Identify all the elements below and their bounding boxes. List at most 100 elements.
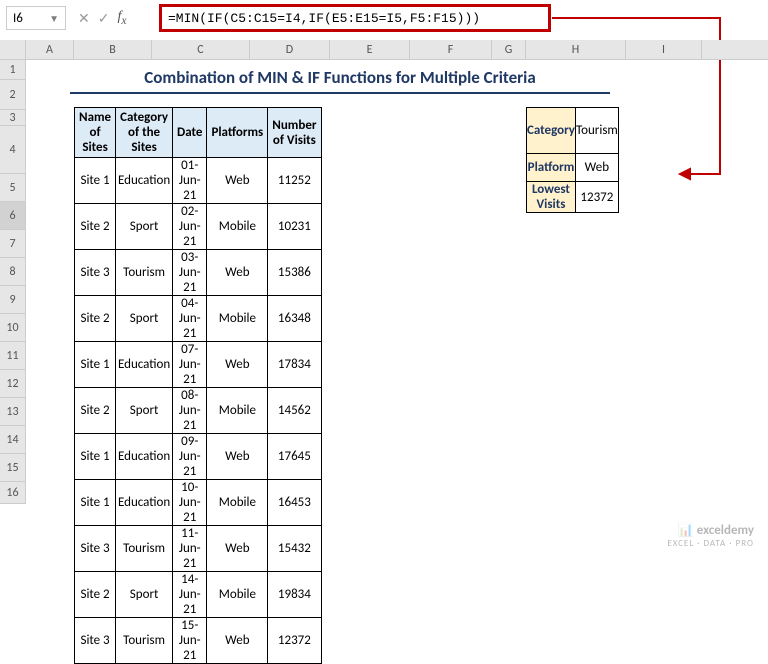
- row-7[interactable]: 7: [0, 230, 26, 258]
- cell[interactable]: 14562: [268, 388, 321, 434]
- criteria-table: Category Tourism Platform Web Lowest Vis…: [526, 107, 619, 213]
- row-8[interactable]: 8: [0, 258, 26, 286]
- row-5[interactable]: 5: [0, 174, 26, 202]
- cell[interactable]: Web: [207, 526, 268, 572]
- cell[interactable]: Site 2: [75, 388, 116, 434]
- cell[interactable]: Mobile: [207, 296, 268, 342]
- cell[interactable]: 10-Jun-21: [173, 480, 207, 526]
- row-14[interactable]: 14: [0, 426, 26, 454]
- cell[interactable]: Site 1: [75, 434, 116, 480]
- row-4[interactable]: 4: [0, 126, 26, 174]
- table-row: Site 1Education09-Jun-21Web17645: [75, 434, 322, 480]
- cell[interactable]: Site 2: [75, 572, 116, 618]
- col-G[interactable]: G: [492, 40, 526, 59]
- cell[interactable]: Site 3: [75, 250, 116, 296]
- row-1[interactable]: 1: [0, 60, 26, 80]
- cell[interactable]: 12372: [268, 618, 321, 664]
- cell[interactable]: Web: [207, 158, 268, 204]
- row-16[interactable]: 16: [0, 482, 26, 504]
- cell[interactable]: Tourism: [116, 526, 173, 572]
- col-D[interactable]: D: [250, 40, 330, 59]
- cell[interactable]: 07-Jun-21: [173, 342, 207, 388]
- row-6[interactable]: 6: [0, 202, 26, 230]
- row-15[interactable]: 15: [0, 454, 26, 482]
- cell[interactable]: Tourism: [116, 250, 173, 296]
- cell[interactable]: Web: [207, 250, 268, 296]
- cell[interactable]: Education: [116, 480, 173, 526]
- col-H[interactable]: H: [526, 40, 626, 59]
- cell[interactable]: 15-Jun-21: [173, 618, 207, 664]
- row-3[interactable]: 3: [0, 110, 26, 126]
- cell[interactable]: 09-Jun-21: [173, 434, 207, 480]
- cell[interactable]: Web: [207, 618, 268, 664]
- cell[interactable]: Tourism: [116, 618, 173, 664]
- cell[interactable]: 16348: [268, 296, 321, 342]
- cell[interactable]: Sport: [116, 204, 173, 250]
- col-C[interactable]: C: [152, 40, 250, 59]
- cell[interactable]: Mobile: [207, 480, 268, 526]
- cell[interactable]: Education: [116, 342, 173, 388]
- col-A[interactable]: A: [26, 40, 74, 59]
- cell[interactable]: Mobile: [207, 572, 268, 618]
- cell[interactable]: Site 2: [75, 204, 116, 250]
- criteria-platform-value[interactable]: Web: [575, 154, 618, 182]
- col-E[interactable]: E: [330, 40, 410, 59]
- cell[interactable]: Site 1: [75, 480, 116, 526]
- cell[interactable]: Web: [207, 434, 268, 480]
- cell[interactable]: 15432: [268, 526, 321, 572]
- table-header: Date: [173, 108, 207, 158]
- cell[interactable]: Sport: [116, 388, 173, 434]
- cell[interactable]: 04-Jun-21: [173, 296, 207, 342]
- cell[interactable]: Sport: [116, 296, 173, 342]
- criteria-result-value[interactable]: 12372: [575, 182, 618, 213]
- cell[interactable]: Education: [116, 158, 173, 204]
- cell[interactable]: Mobile: [207, 388, 268, 434]
- cell[interactable]: Education: [116, 434, 173, 480]
- cell[interactable]: Site 1: [75, 158, 116, 204]
- criteria-result-label: Lowest Visits: [527, 182, 576, 213]
- cell[interactable]: 01-Jun-21: [173, 158, 207, 204]
- cell[interactable]: 10231: [268, 204, 321, 250]
- cell[interactable]: Site 1: [75, 342, 116, 388]
- cell[interactable]: 17645: [268, 434, 321, 480]
- data-table: Name of SitesCategory of the SitesDatePl…: [74, 107, 322, 664]
- criteria-category-value[interactable]: Tourism: [575, 108, 618, 154]
- table-header: Platforms: [207, 108, 268, 158]
- watermark-tag: EXCEL · DATA · PRO: [667, 538, 754, 549]
- cell[interactable]: Web: [207, 342, 268, 388]
- table-row: Site 2Sport04-Jun-21Mobile16348: [75, 296, 322, 342]
- cell[interactable]: 19834: [268, 572, 321, 618]
- row-2[interactable]: 2: [0, 80, 26, 110]
- cell[interactable]: 14-Jun-21: [173, 572, 207, 618]
- cell[interactable]: Sport: [116, 572, 173, 618]
- row-13[interactable]: 13: [0, 398, 26, 426]
- table-row: Site 2Sport14-Jun-21Mobile19834: [75, 572, 322, 618]
- table-row: Site 3Tourism03-Jun-21Web15386: [75, 250, 322, 296]
- row-12[interactable]: 12: [0, 370, 26, 398]
- col-F[interactable]: F: [410, 40, 492, 59]
- table-row: Site 2Sport08-Jun-21Mobile14562: [75, 388, 322, 434]
- table-row: Site 3Tourism11-Jun-21Web15432: [75, 526, 322, 572]
- table-row: Site 1Education01-Jun-21Web11252: [75, 158, 322, 204]
- row-10[interactable]: 10: [0, 314, 26, 342]
- cell[interactable]: 16453: [268, 480, 321, 526]
- cell[interactable]: Mobile: [207, 204, 268, 250]
- row-9[interactable]: 9: [0, 286, 26, 314]
- table-row: Site 1Education07-Jun-21Web17834: [75, 342, 322, 388]
- cell[interactable]: 03-Jun-21: [173, 250, 207, 296]
- cell[interactable]: 17834: [268, 342, 321, 388]
- col-I[interactable]: I: [626, 40, 702, 59]
- watermark: 📊 exceldemy EXCEL · DATA · PRO: [667, 523, 754, 549]
- cell[interactable]: Site 3: [75, 526, 116, 572]
- row-11[interactable]: 11: [0, 342, 26, 370]
- cell[interactable]: 08-Jun-21: [173, 388, 207, 434]
- cell[interactable]: Site 2: [75, 296, 116, 342]
- criteria-platform-label: Platform: [527, 154, 576, 182]
- col-B[interactable]: B: [74, 40, 152, 59]
- cell[interactable]: 11252: [268, 158, 321, 204]
- cell[interactable]: 02-Jun-21: [173, 204, 207, 250]
- cell[interactable]: Site 3: [75, 618, 116, 664]
- cell[interactable]: 15386: [268, 250, 321, 296]
- cell[interactable]: 11-Jun-21: [173, 526, 207, 572]
- column-headers: ABCDEFGHI: [0, 40, 768, 60]
